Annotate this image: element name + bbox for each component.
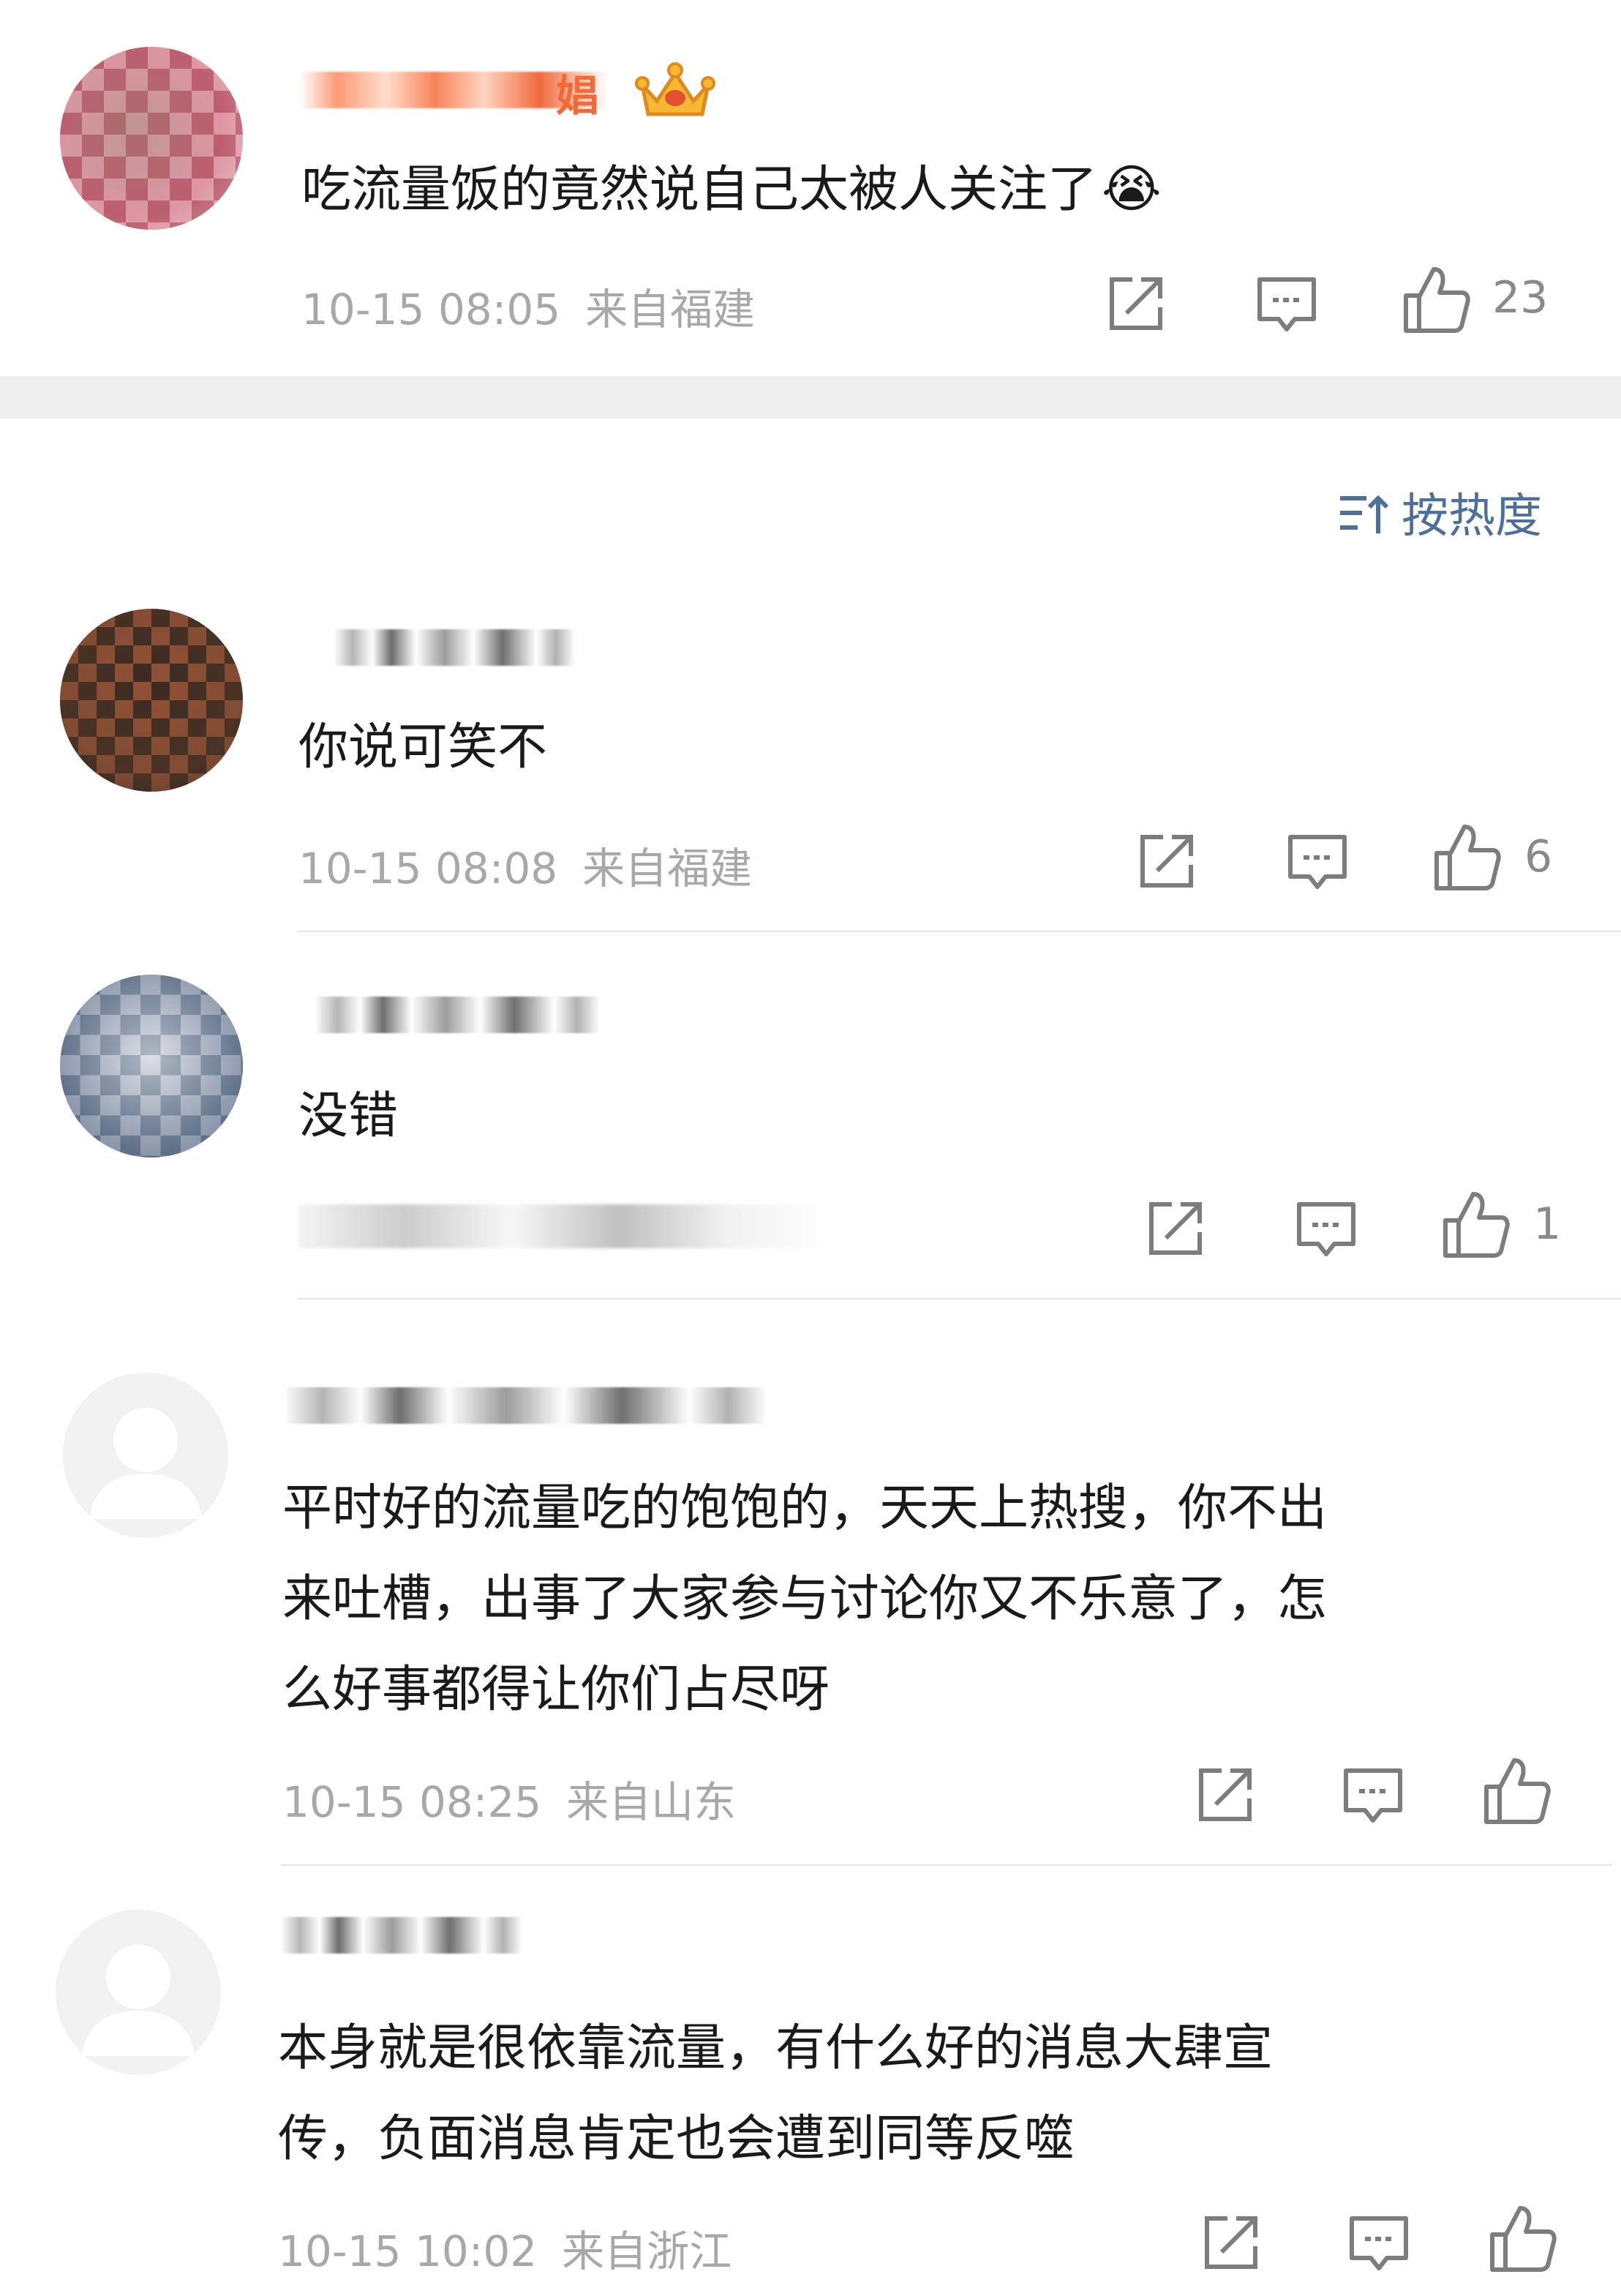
like-icon[interactable] <box>1486 2202 1560 2276</box>
like-count: 1 <box>1533 1198 1562 1250</box>
share-icon[interactable] <box>1103 271 1169 337</box>
avatar[interactable] <box>60 47 243 230</box>
comment-meta-blurred <box>298 1204 832 1248</box>
comment-icon[interactable] <box>1346 2211 1412 2277</box>
comment-text-line: 传，负面消息肯定也会遭到同等反噬 <box>278 2110 1075 2168</box>
comment-icon[interactable] <box>1285 830 1350 896</box>
comment-text: 吃流量饭的竟然说自己太被人关注了😭 <box>301 159 1162 219</box>
crying-emoji: 😭 <box>1102 159 1162 219</box>
divider <box>281 1864 1612 1866</box>
like-icon[interactable] <box>1440 1188 1513 1261</box>
sort-label: 按热度 <box>1402 489 1542 544</box>
comment-location: 来自福建 <box>585 285 756 334</box>
avatar[interactable] <box>56 1910 221 2075</box>
comment-time: 10-15 08:08 <box>298 844 558 893</box>
share-icon[interactable] <box>1134 828 1200 894</box>
comment-text: 你说可笑不 <box>298 719 548 776</box>
comment-time: 10-15 08:05 <box>301 285 561 334</box>
like-icon[interactable] <box>1400 263 1473 337</box>
username-blurred[interactable] <box>315 997 600 1033</box>
comment-meta: 10-15 08:25 来自山东 <box>282 1768 736 1829</box>
like-count: 6 <box>1524 831 1553 882</box>
comment-meta: 10-15 08:08 来自福建 <box>298 834 752 896</box>
comment-meta: 10-15 08:05 来自福建 <box>301 275 755 337</box>
comment-location: 来自山东 <box>566 1777 737 1827</box>
username-fragment: 娼 <box>556 71 599 121</box>
share-icon[interactable] <box>1192 1762 1258 1828</box>
comment-text: 没错 <box>298 1087 399 1145</box>
comment-text-line: 来吐槽，出事了大家参与讨论你又不乐意了，怎 <box>282 1570 1328 1628</box>
avatar[interactable] <box>60 609 243 792</box>
crown-icon <box>635 62 715 116</box>
sort-icon <box>1340 495 1389 533</box>
like-count: 23 <box>1492 272 1549 323</box>
divider <box>297 1298 1621 1299</box>
username-blurred[interactable] <box>334 629 575 666</box>
divider <box>297 931 1621 932</box>
comment-location: 来自浙江 <box>562 2226 732 2276</box>
username-blurred[interactable] <box>281 1917 522 1954</box>
avatar[interactable] <box>60 975 243 1158</box>
comment-icon[interactable] <box>1254 272 1320 338</box>
like-icon[interactable] <box>1431 821 1504 894</box>
comment-time: 10-15 08:25 <box>282 1777 542 1827</box>
sort-toggle[interactable]: 按热度 <box>1337 479 1542 546</box>
share-icon[interactable] <box>1143 1196 1208 1261</box>
default-avatar-icon <box>89 1408 202 1519</box>
comment-meta: 10-15 10:02 来自浙江 <box>278 2217 731 2278</box>
default-avatar-icon <box>82 1945 195 2056</box>
username-blurred[interactable] <box>284 1387 767 1424</box>
comment-location: 来自福建 <box>582 844 753 893</box>
comment-icon[interactable] <box>1293 1197 1359 1263</box>
comment-time: 10-15 10:02 <box>278 2226 538 2276</box>
share-icon[interactable] <box>1198 2210 1264 2276</box>
avatar[interactable] <box>63 1373 228 1538</box>
section-separator <box>0 376 1621 419</box>
comment-text-line: 本身就是很依靠流量，有什么好的消息大肆宣 <box>278 2019 1274 2077</box>
comment-icon[interactable] <box>1340 1763 1406 1829</box>
comment-text-line: 么好事都得让你们占尽呀 <box>282 1661 830 1719</box>
comment-text-line: 平时好的流量吃的饱饱的，天天上热搜，你不出 <box>282 1479 1328 1537</box>
like-icon[interactable] <box>1481 1755 1554 1828</box>
